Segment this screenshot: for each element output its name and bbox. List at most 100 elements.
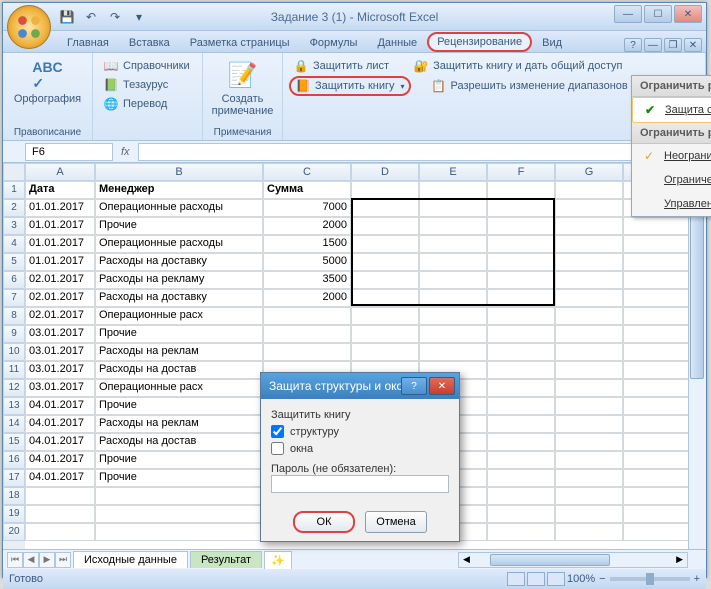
cell[interactable]: Операционные расх [95,307,263,325]
cell[interactable]: Расходы на реклам [95,343,263,361]
cell[interactable]: Операционные расходы [95,199,263,217]
tab-review[interactable]: Рецензирование [427,32,532,52]
col-g[interactable]: G [555,163,623,181]
cell[interactable] [351,343,419,361]
cell[interactable] [555,397,623,415]
cell[interactable] [351,235,419,253]
cell[interactable] [555,487,623,505]
tab-view[interactable]: Вид [532,34,572,52]
cell[interactable] [263,325,351,343]
tab-layout[interactable]: Разметка страницы [180,34,300,52]
research-button[interactable]: 📖Справочники [99,57,194,75]
cell[interactable] [419,181,487,199]
cell[interactable] [351,217,419,235]
cell[interactable] [419,253,487,271]
cell[interactable] [351,199,419,217]
cell[interactable] [487,253,555,271]
cell[interactable] [487,487,555,505]
cell[interactable] [623,469,691,487]
hscroll-thumb[interactable] [490,554,610,566]
cell[interactable]: Прочие [95,397,263,415]
formula-input[interactable] [138,143,706,161]
col-f[interactable]: F [487,163,555,181]
cell[interactable] [555,307,623,325]
dd-unrestricted[interactable]: ✓Неограниченный доступ [632,144,711,168]
cell[interactable]: 3500 [263,271,351,289]
row-head[interactable]: 6 [3,271,25,289]
prev-sheet-button[interactable]: ◀ [23,552,39,568]
cell[interactable] [351,181,419,199]
cell[interactable] [487,451,555,469]
cell[interactable]: 01.01.2017 [25,217,95,235]
cell[interactable] [487,505,555,523]
cell[interactable]: Прочие [95,325,263,343]
cell[interactable] [623,487,691,505]
cell[interactable] [487,307,555,325]
close-button[interactable]: ✕ [674,5,702,23]
cell[interactable] [555,379,623,397]
cell[interactable]: Прочие [95,451,263,469]
cell[interactable] [419,307,487,325]
cell[interactable] [25,523,95,541]
spelling-button[interactable]: ABC✓ Орфография [10,57,85,107]
dialog-close-button[interactable]: ✕ [429,377,455,395]
cell[interactable] [487,361,555,379]
cell[interactable]: 02.01.2017 [25,307,95,325]
vertical-scrollbar[interactable] [688,181,706,549]
cell[interactable] [555,343,623,361]
col-e[interactable]: E [419,163,487,181]
cell[interactable] [487,397,555,415]
maximize-button[interactable]: ☐ [644,5,672,23]
cell[interactable]: 04.01.2017 [25,397,95,415]
row-head[interactable]: 10 [3,343,25,361]
new-comment-button[interactable]: 📝 Создать примечание [208,57,278,119]
dialog-help-button[interactable]: ? [401,377,427,395]
cell[interactable] [555,289,623,307]
cell[interactable] [623,343,691,361]
qat-more-icon[interactable]: ▾ [129,7,149,27]
sheet-tab-source[interactable]: Исходные данные [73,551,188,568]
row-head[interactable]: 14 [3,415,25,433]
cell[interactable]: Менеджер [95,181,263,199]
cell[interactable]: 1500 [263,235,351,253]
vscroll-thumb[interactable] [690,199,704,379]
protect-workbook-button[interactable]: 📙Защитить книгу▾ [289,76,411,96]
undo-icon[interactable]: ↶ [81,7,101,27]
scroll-left-icon[interactable]: ◀ [459,554,474,565]
cell[interactable] [623,325,691,343]
row-head[interactable]: 11 [3,361,25,379]
zoom-out-button[interactable]: − [599,573,605,585]
row-head[interactable]: 4 [3,235,25,253]
cell[interactable] [555,451,623,469]
tab-data[interactable]: Данные [367,34,427,52]
cell[interactable]: 01.01.2017 [25,199,95,217]
cell[interactable]: 04.01.2017 [25,451,95,469]
zoom-slider[interactable] [610,577,690,581]
cell[interactable] [623,379,691,397]
cell[interactable] [25,505,95,523]
cell[interactable]: 01.01.2017 [25,253,95,271]
row-head[interactable]: 12 [3,379,25,397]
row-head[interactable]: 5 [3,253,25,271]
cell[interactable] [555,235,623,253]
checkbox-structure[interactable]: структуру [271,425,449,438]
row-head[interactable]: 18 [3,487,25,505]
cell[interactable] [623,235,691,253]
row-head[interactable]: 1 [3,181,25,199]
col-d[interactable]: D [351,163,419,181]
cell[interactable] [95,487,263,505]
cell[interactable] [25,487,95,505]
cell[interactable]: 04.01.2017 [25,469,95,487]
cell[interactable]: 03.01.2017 [25,325,95,343]
cell[interactable] [351,325,419,343]
cell[interactable]: 03.01.2017 [25,379,95,397]
redo-icon[interactable]: ↷ [105,7,125,27]
cell[interactable] [623,307,691,325]
horizontal-scrollbar[interactable]: ◀ ▶ [458,552,688,568]
dd-manage-creds[interactable]: Управление учетными данными [632,192,711,216]
row-head[interactable]: 13 [3,397,25,415]
cell[interactable]: 04.01.2017 [25,415,95,433]
translate-button[interactable]: 🌐Перевод [99,95,194,113]
view-break-button[interactable] [547,572,565,586]
cell[interactable]: 2000 [263,217,351,235]
